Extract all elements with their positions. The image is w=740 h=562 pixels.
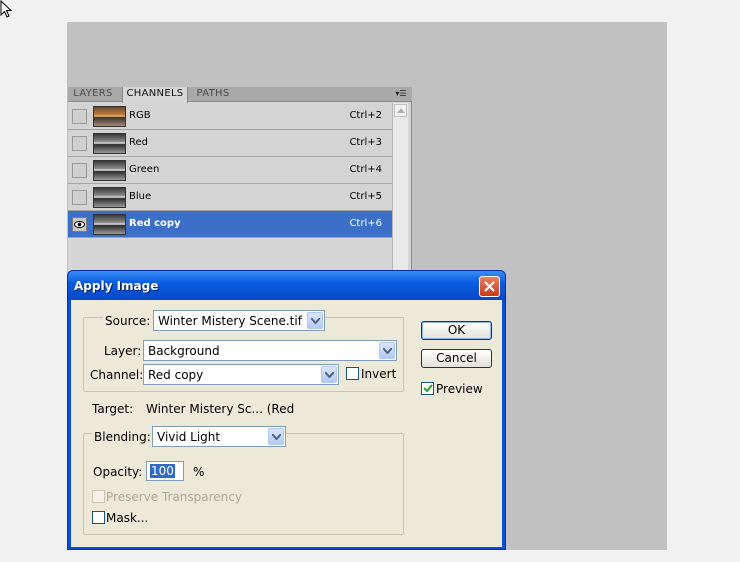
preview-checkbox[interactable] <box>421 382 434 395</box>
preserve-transparency-checkbox[interactable] <box>92 490 105 503</box>
chevron-up-icon <box>397 108 405 113</box>
invert-label: Invert <box>361 367 397 381</box>
visibility-toggle[interactable] <box>72 136 87 151</box>
chevron-down-icon[interactable] <box>379 342 395 359</box>
opacity-label: Opacity: <box>93 465 143 479</box>
opacity-value: 100 <box>150 464 175 478</box>
visibility-toggle[interactable] <box>72 190 87 205</box>
layer-value: Background <box>148 344 220 358</box>
opacity-input[interactable]: 100 <box>146 461 184 481</box>
scroll-up-button[interactable] <box>394 104 407 117</box>
close-button[interactable] <box>479 276 500 297</box>
layer-select[interactable]: Background <box>143 340 397 361</box>
ok-button[interactable]: OK <box>421 321 492 340</box>
apply-image-dialog: Apply Image Source: Winter Mistery Scene… <box>67 270 506 550</box>
channel-thumbnail <box>93 160 126 181</box>
dialog-title-bar[interactable]: Apply Image <box>68 271 505 300</box>
source-value: Winter Mistery Scene.tif <box>158 314 302 328</box>
channel-row-red-copy[interactable]: Red copy Ctrl+6 <box>68 211 392 238</box>
chevron-down-icon[interactable] <box>307 312 323 329</box>
channels-panel: LAYERS CHANNELS PATHS ▾☰ RGB Ctrl+2 Red … <box>68 87 412 277</box>
dialog-title: Apply Image <box>74 279 159 293</box>
channel-thumbnail <box>93 187 126 208</box>
blending-value: Vivid Light <box>157 430 221 444</box>
tab-channels[interactable]: CHANNELS <box>122 87 188 103</box>
channel-label: Channel: <box>90 368 144 382</box>
source-select[interactable]: Winter Mistery Scene.tif <box>153 310 325 331</box>
channel-row-blue[interactable]: Blue Ctrl+5 <box>68 184 392 211</box>
checkmark-icon <box>423 384 433 393</box>
channel-shortcut: Ctrl+3 <box>349 137 382 148</box>
mouse-cursor-icon <box>0 0 14 20</box>
tab-layers[interactable]: LAYERS <box>68 87 118 102</box>
dialog-body: Source: Winter Mistery Scene.tif Layer: … <box>71 300 502 547</box>
source-label: Source: <box>103 314 153 328</box>
target-value: Winter Mistery Sc... (Red <box>146 402 295 416</box>
channel-thumbnail <box>93 214 126 235</box>
channel-list: RGB Ctrl+2 Red Ctrl+3 Green Ctrl+4 Blue … <box>68 103 392 238</box>
channel-thumbnail <box>93 133 126 154</box>
channel-name: Blue <box>129 191 152 202</box>
target-label: Target: <box>92 402 134 416</box>
cancel-button[interactable]: Cancel <box>421 349 492 368</box>
channel-shortcut: Ctrl+5 <box>349 191 382 202</box>
invert-checkbox[interactable] <box>346 367 359 380</box>
eye-icon <box>74 221 85 228</box>
opacity-unit: % <box>193 465 205 479</box>
mask-checkbox[interactable] <box>92 511 105 524</box>
visibility-toggle[interactable] <box>72 109 87 124</box>
panel-tab-bar: LAYERS CHANNELS PATHS ▾☰ <box>68 87 412 103</box>
visibility-toggle[interactable] <box>72 163 87 178</box>
channel-shortcut: Ctrl+2 <box>349 110 382 121</box>
blending-label: Blending: <box>92 430 153 444</box>
channel-select[interactable]: Red copy <box>143 364 339 385</box>
channel-name: Red copy <box>129 218 181 229</box>
channel-thumbnail <box>93 106 126 127</box>
preview-label: Preview <box>436 382 483 396</box>
layer-label: Layer: <box>104 344 142 358</box>
visibility-toggle[interactable] <box>72 217 87 232</box>
mask-label: Mask... <box>106 511 149 525</box>
channel-name: Red <box>129 137 148 148</box>
channel-row-red[interactable]: Red Ctrl+3 <box>68 130 392 157</box>
channel-shortcut: Ctrl+6 <box>349 218 382 229</box>
channel-row-rgb[interactable]: RGB Ctrl+2 <box>68 103 392 130</box>
channel-name: Green <box>129 164 160 175</box>
channel-row-green[interactable]: Green Ctrl+4 <box>68 157 392 184</box>
preserve-transparency-label: Preserve Transparency <box>106 490 242 504</box>
chevron-down-icon[interactable] <box>321 366 337 383</box>
channel-shortcut: Ctrl+4 <box>349 164 382 175</box>
channel-name: RGB <box>129 110 151 121</box>
panel-menu-icon[interactable]: ▾☰ <box>394 89 408 99</box>
blending-select[interactable]: Vivid Light <box>152 426 286 447</box>
channel-value: Red copy <box>148 368 204 382</box>
channel-scrollbar[interactable] <box>392 103 408 277</box>
chevron-down-icon[interactable] <box>268 428 284 445</box>
close-icon <box>484 281 495 292</box>
tab-paths[interactable]: PATHS <box>190 87 236 102</box>
